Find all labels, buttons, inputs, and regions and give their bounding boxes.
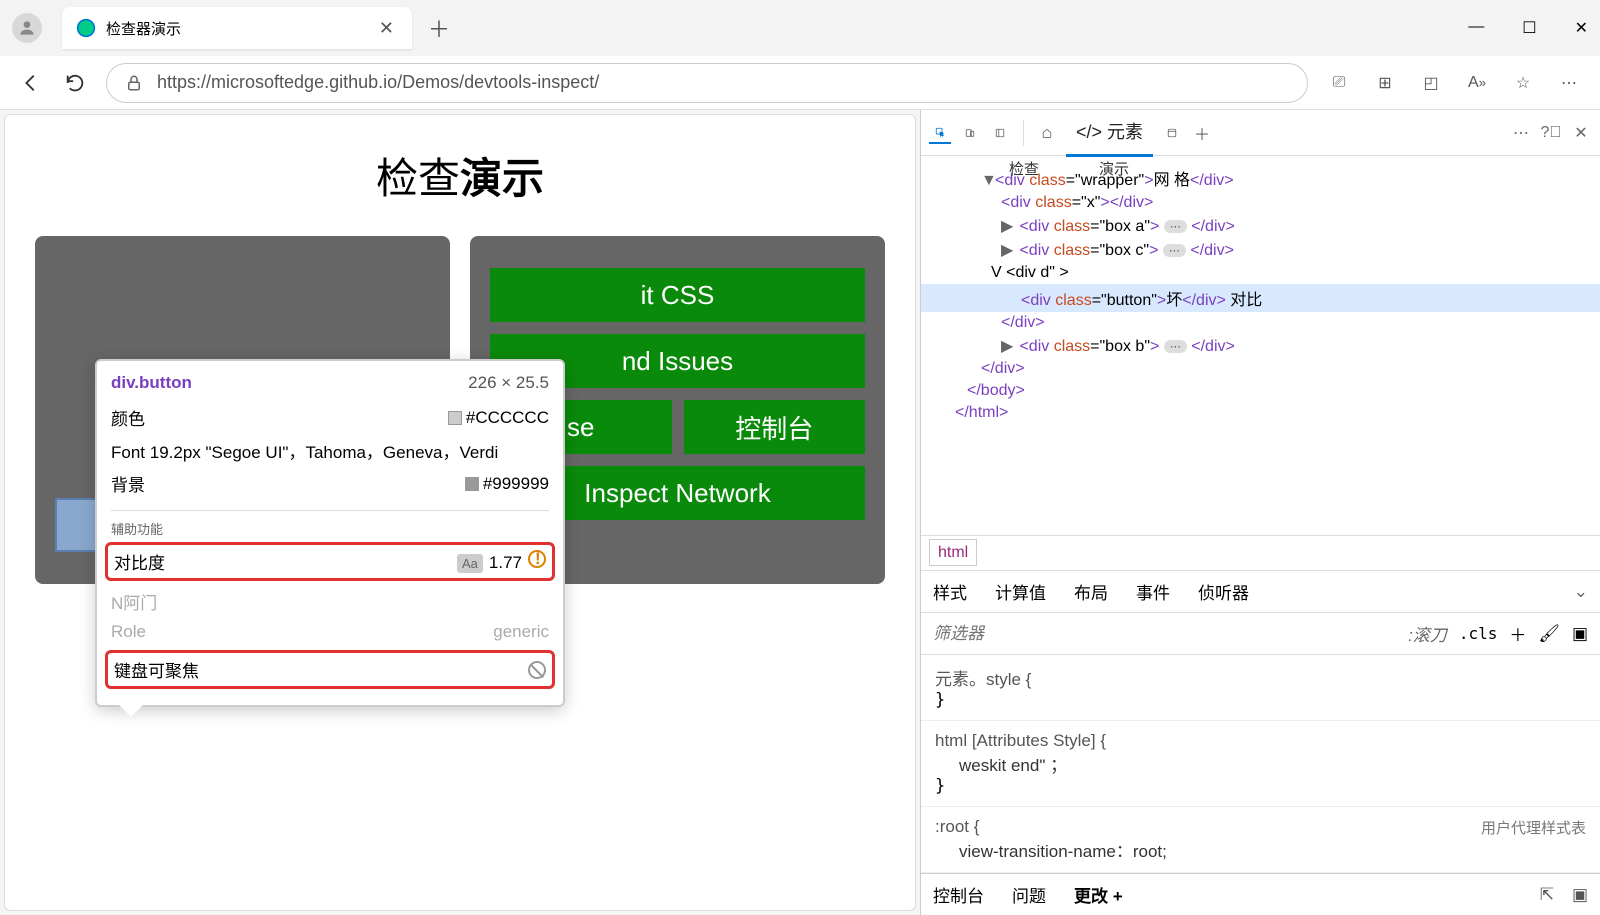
address-bar[interactable]: https://microsoftedge.github.io/Demos/de… (106, 63, 1308, 103)
close-window-button[interactable]: ✕ (1575, 18, 1588, 38)
tooltip-bg-label: 背景 (111, 471, 145, 496)
tooltip-name-label: N阿门 (111, 589, 157, 614)
lock-icon (125, 74, 143, 92)
favorite-icon[interactable]: ☆ (1510, 70, 1536, 96)
tooltip-role-value: generic (493, 622, 549, 642)
tooltip-dimensions: 226 × 25.5 (468, 373, 549, 393)
edge-favicon-icon (76, 18, 96, 38)
drawer-changes-tab[interactable]: 更改 + (1074, 882, 1123, 907)
devtools-panel: </> 元素 ＋ ⋯ ?⃝ ✕ 检查 演示 ▼<div class="wrapp… (920, 110, 1600, 915)
layout-tab[interactable]: 布局 (1074, 579, 1108, 604)
drawer-console-tab[interactable]: 控制台 (933, 882, 984, 907)
tab-title: 检查器演示 (106, 18, 375, 39)
url-text: https://microsoftedge.github.io/Demos/de… (157, 72, 599, 93)
hov-toggle[interactable]: :滚刀 (1408, 621, 1447, 646)
new-tab-button[interactable]: ＋ (428, 12, 450, 44)
tooltip-role-label: Role (111, 622, 146, 642)
tooltip-a11y-heading: 辅助功能 (111, 510, 549, 538)
console-button[interactable]: 控制台 (684, 400, 866, 454)
dom-div-d[interactable]: V <div d" > (921, 262, 1600, 284)
welcome-tab-icon[interactable] (1036, 122, 1058, 144)
close-tab-button[interactable]: ✕ (375, 14, 398, 43)
page-heading: 检查演示 (35, 145, 885, 206)
warning-icon (528, 550, 546, 568)
user-agent-label: 用户代理样式表 (1481, 817, 1586, 838)
tooltip-color-value: #CCCCCC (466, 408, 549, 427)
refresh-button[interactable] (62, 70, 88, 96)
tooltip-bg-value: #999999 (483, 474, 549, 493)
annotation-inspect: 检查 (1009, 158, 1039, 179)
profile-avatar[interactable] (12, 13, 42, 43)
contrast-label: 对比度 (114, 549, 165, 574)
device-icon[interactable]: ⎚ (1326, 70, 1352, 96)
element-style-rule[interactable]: 元素。style { (935, 670, 1031, 689)
root-style-rule[interactable]: :root { (935, 817, 979, 836)
breadcrumb[interactable]: html (921, 535, 1600, 571)
html-style-rule[interactable]: html [Attributes Style] { (935, 731, 1106, 750)
cls-toggle[interactable]: .cls (1459, 624, 1498, 643)
tooltip-color-label: 颜色 (111, 405, 145, 430)
browser-tab[interactable]: 检查器演示 ✕ (62, 7, 412, 49)
tooltip-font: Font 19.2px "Segoe UI"，Tahoma，Geneva，Ver… (111, 438, 498, 463)
inspect-tooltip: div.button 226 × 25.5 颜色 #CCCCCC Font 19.… (95, 359, 565, 707)
selected-dom-node[interactable]: <div class="button">坏</div> 对比 (921, 284, 1600, 312)
read-aloud-icon[interactable]: A» (1464, 70, 1490, 96)
apps-icon[interactable]: ⊞ (1372, 70, 1398, 96)
maximize-button[interactable]: ☐ (1522, 18, 1536, 38)
add-tab-button[interactable]: ＋ (1191, 122, 1213, 144)
computed-icon[interactable]: ▣ (1572, 624, 1588, 644)
inspect-element-icon[interactable] (929, 122, 951, 144)
chevron-down-icon[interactable]: ⌄ (1574, 582, 1588, 602)
elements-tab[interactable]: </> 元素 (1066, 108, 1153, 157)
devtools-menu-icon[interactable]: ⋯ (1510, 122, 1532, 144)
styles-filter-input[interactable] (933, 624, 1396, 644)
contrast-highlight: 对比度 Aa1.77 (105, 542, 555, 581)
close-devtools-button[interactable]: ✕ (1570, 122, 1592, 144)
app-tab-icon[interactable] (1161, 122, 1183, 144)
drawer-link-icon[interactable]: ⇱ (1540, 885, 1554, 905)
page-content: 检查演示 Bad Contrast it CSS nd Issues se 控制… (4, 114, 916, 911)
panel-icon[interactable] (989, 122, 1011, 144)
computed-tab[interactable]: 计算值 (995, 579, 1046, 604)
menu-icon[interactable]: ⋯ (1556, 70, 1582, 96)
edit-css-button[interactable]: it CSS (490, 268, 865, 322)
back-button[interactable] (18, 70, 44, 96)
keyboard-focusable-label: 键盘可聚焦 (114, 657, 199, 682)
device-toggle-icon[interactable] (959, 122, 981, 144)
annotation-demo: 演示 (1099, 158, 1129, 179)
paint-icon[interactable]: 🖌 (1538, 624, 1560, 644)
contrast-value: 1.77 (489, 553, 522, 572)
drawer-issues-tab[interactable]: 问题 (1012, 882, 1046, 907)
keyboard-focus-highlight: 键盘可聚焦 (105, 650, 555, 689)
drawer-expand-icon[interactable]: ▣ (1572, 885, 1588, 905)
minimize-button[interactable]: — (1468, 18, 1484, 38)
dom-tree[interactable]: ▼<div class="wrapper">网 格</div> <div cla… (921, 156, 1600, 535)
styles-tab[interactable]: 样式 (933, 579, 967, 604)
blocked-icon (528, 661, 546, 679)
new-style-button[interactable]: ＋ (1509, 621, 1526, 646)
tooltip-selector: div.button (111, 373, 192, 393)
help-icon[interactable]: ?⃝ (1540, 122, 1562, 144)
events-tab[interactable]: 事件 (1136, 579, 1170, 604)
collections-icon[interactable]: ◰ (1418, 70, 1444, 96)
listeners-tab[interactable]: 侦听器 (1198, 579, 1249, 604)
